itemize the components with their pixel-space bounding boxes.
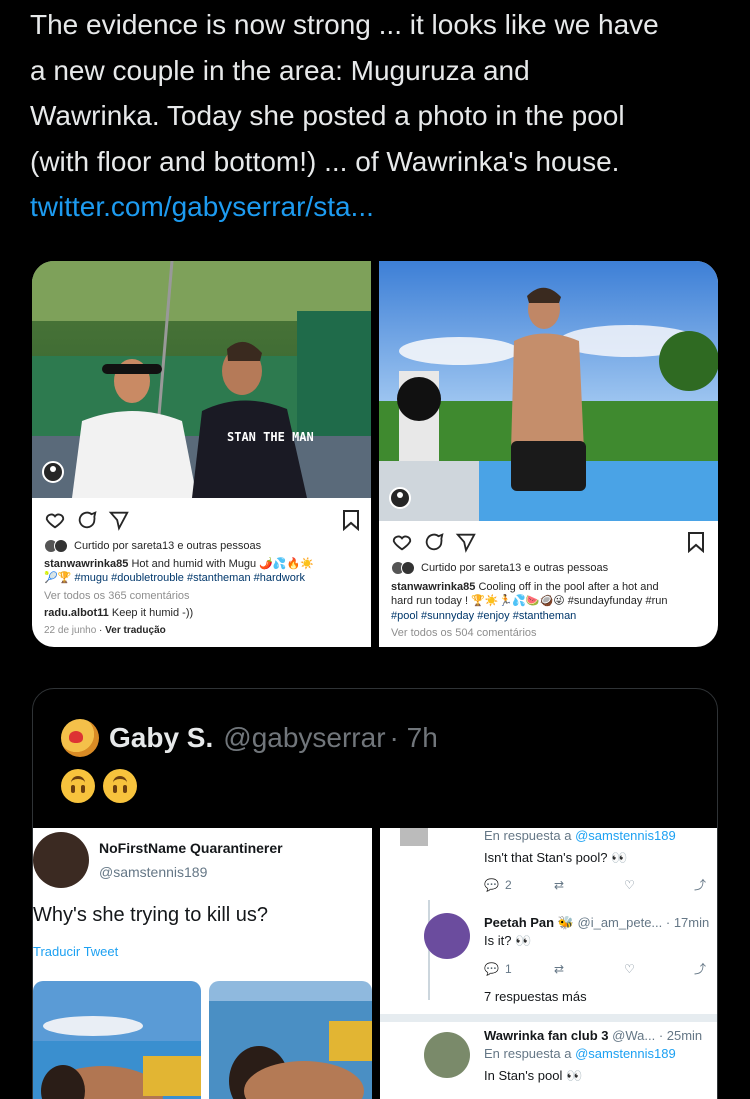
- author-handle: @samstennis189: [99, 864, 208, 880]
- ig-caption-left: Curtido por sareta13 e outras pessoas st…: [44, 539, 361, 638]
- tweet-link[interactable]: twitter.com/gabyserrar/sta...: [30, 184, 730, 230]
- reply-prefix: En respuesta a: [484, 1046, 572, 1061]
- reply-icon[interactable]: 💬 2: [484, 876, 554, 893]
- reply-2-text: Is it? 👀: [484, 933, 532, 948]
- ig-caption-right: Curtido por sareta13 e outras pessoas st…: [391, 561, 708, 641]
- author-handle[interactable]: @i_am_pete...: [578, 915, 663, 930]
- mini-avatars-icon: [44, 539, 70, 554]
- pool-photo-2: [209, 981, 372, 1099]
- retweet-icon[interactable]: ⇄: [554, 876, 624, 893]
- translate-link[interactable]: Traducir Tweet: [33, 944, 118, 959]
- quote-header: Gaby S. @gabyserrar · 7h: [61, 719, 438, 757]
- avatar-icon: [389, 487, 411, 509]
- reply-target[interactable]: @samstennis189: [575, 828, 676, 843]
- liked-by: Curtido por sareta13 e outras pessoas: [44, 539, 361, 554]
- share-icon[interactable]: [455, 531, 477, 553]
- tweet-body: Why's she trying to kill us?: [33, 904, 269, 926]
- avatar-icon: [33, 832, 89, 888]
- tweet-time: · 17min: [665, 915, 710, 930]
- comment-icon[interactable]: [76, 509, 98, 531]
- tweet-time: · 7h: [389, 722, 438, 753]
- view-comments[interactable]: Ver todos os 365 comentários: [44, 589, 361, 604]
- shirt-text: STAN THE MAN: [227, 430, 314, 444]
- ig-caption-text: Cooling off in the pool after a hot and: [478, 580, 659, 593]
- more-replies-link[interactable]: 7 respuestas más: [380, 989, 717, 1004]
- ig-caption-text: Hot and humid with Mugu 🌶️💦🔥☀️: [131, 557, 315, 570]
- retweet-icon[interactable]: ⇄: [554, 960, 624, 977]
- tweet-text: The evidence is now strong ... it looks …: [30, 2, 730, 230]
- screenshot-right: En respuesta a @samstennis189 Isn't that…: [380, 828, 717, 1099]
- tennis-court-photo: STAN THE MAN: [32, 261, 371, 498]
- share-icon[interactable]: [108, 509, 130, 531]
- ig-username[interactable]: stanwawrinka85: [44, 558, 128, 570]
- mini-avatars-icon: [391, 561, 417, 576]
- screenshot-left: NoFirstName Quarantinerer @samstennis189…: [33, 828, 372, 1099]
- ig-actions-left: [44, 509, 130, 531]
- pool-photo-1: [33, 981, 201, 1099]
- translate-link[interactable]: Ver tradução: [105, 625, 166, 636]
- tweet-time: · 25min: [658, 1028, 703, 1043]
- author-name[interactable]: Gaby S.: [109, 722, 213, 754]
- post-date: 22 de junho: [44, 624, 97, 636]
- tweet-line: a new couple in the area: Muguruza and: [30, 54, 530, 86]
- reply-3-header: Wawrinka fan club 3 @Wa... · 25min: [380, 1028, 717, 1043]
- heart-icon[interactable]: [44, 509, 66, 531]
- reply-2-header: Peetah Pan 🐝 @i_am_pete... · 17min: [380, 915, 717, 931]
- emoji-row: [61, 769, 137, 803]
- reply-3-text: In Stan's pool 👀: [484, 1068, 583, 1083]
- tweet-line: (with floor and bottom!) ... of Wawrinka…: [30, 145, 620, 177]
- like-icon[interactable]: ♡: [624, 960, 694, 977]
- author-name[interactable]: Wawrinka fan club 3: [484, 1028, 609, 1043]
- share-icon[interactable]: ⤴: [694, 960, 717, 977]
- share-icon[interactable]: ⤴: [694, 876, 717, 893]
- tweet-line: The evidence is now strong ... it looks …: [30, 9, 659, 40]
- reply-3-context: En respuesta a @samstennis189: [380, 1046, 717, 1061]
- ig-caption-text: hard run today ! 🏆☀️🏃💦🍉🥥😜 #sundayfunday …: [391, 595, 668, 607]
- pool-photo: [379, 261, 718, 521]
- quote-tweet-card[interactable]: Gaby S. @gabyserrar · 7h NoFirstName Qua…: [32, 688, 718, 1099]
- divider: [380, 1014, 717, 1022]
- avatar-icon[interactable]: [61, 719, 99, 757]
- comment-user[interactable]: radu.albot11: [44, 607, 109, 619]
- author-name: NoFirstName Quarantinerer: [99, 840, 283, 856]
- avatar-icon: [42, 461, 64, 483]
- comment-icon[interactable]: [423, 531, 445, 553]
- reply-target[interactable]: @samstennis189: [575, 1046, 676, 1061]
- reply-icon[interactable]: 💬 1: [484, 960, 554, 977]
- reply-1-text: Isn't that Stan's pool? 👀: [484, 850, 628, 865]
- heart-icon[interactable]: [391, 531, 413, 553]
- author-handle[interactable]: @Wa...: [612, 1028, 655, 1043]
- reply-1: En respuesta a @samstennis189: [380, 828, 717, 843]
- reply-1-actions: 💬 2 ⇄ ♡ ⤴: [484, 876, 717, 893]
- reply-count: 2: [504, 877, 512, 892]
- bookmark-icon[interactable]: [342, 509, 360, 532]
- liked-by: Curtido por sareta13 e outras pessoas: [391, 561, 708, 576]
- view-comments[interactable]: Ver todos os 504 comentários: [391, 626, 708, 641]
- liked-by-text: Curtido por sareta13 e outras pessoas: [74, 540, 262, 552]
- author-name[interactable]: Peetah Pan 🐝: [484, 915, 574, 930]
- reply-prefix: En respuesta a: [484, 828, 572, 843]
- bookmark-icon[interactable]: [687, 531, 705, 554]
- reply-2-actions: 💬 1 ⇄ ♡ ⤴: [484, 960, 717, 977]
- ig-hashtags: 🎾🏆 #mugu #doubletrouble #stantheman #har…: [44, 572, 305, 584]
- upside-down-face-icon: [61, 769, 95, 803]
- media-grid[interactable]: STAN THE MAN Curtido por sareta13 e outr…: [32, 261, 718, 647]
- ig-actions-right: [391, 531, 477, 553]
- tweet-line: Wawrinka. Today she posted a photo in th…: [30, 100, 625, 131]
- liked-by-text: Curtido por sareta13 e outras pessoas: [421, 562, 609, 574]
- ig-hashtags: #pool #sunnyday #enjoy #stantheman: [391, 609, 577, 622]
- upside-down-face-icon: [103, 769, 137, 803]
- comment-text: Keep it humid -)): [111, 607, 194, 619]
- author-handle[interactable]: @gabyserrar: [223, 722, 385, 754]
- reply-count: 1: [504, 961, 512, 976]
- ig-username[interactable]: stanwawrinka85: [391, 581, 475, 593]
- media-right[interactable]: Curtido por sareta13 e outras pessoas st…: [379, 261, 718, 647]
- media-left[interactable]: STAN THE MAN Curtido por sareta13 e outr…: [32, 261, 371, 647]
- like-icon[interactable]: ♡: [624, 876, 694, 893]
